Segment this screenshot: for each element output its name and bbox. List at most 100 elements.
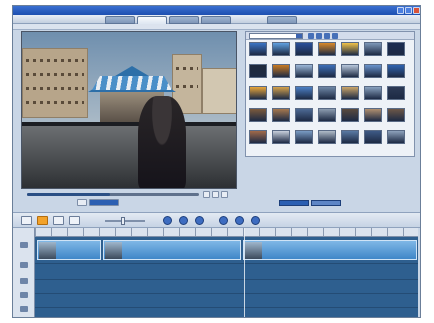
media-thumbnail[interactable] [387,42,405,56]
media-thumbnail[interactable] [295,130,313,144]
clip-thumbnail [39,242,56,259]
storyboard-mode-button[interactable] [21,216,32,225]
building-windows [176,85,198,88]
timeline-clip[interactable] [103,240,241,260]
tab-4[interactable] [201,16,231,24]
close-icon[interactable] [413,7,420,14]
media-thumbnail[interactable] [272,86,290,100]
edit-toolbar [13,212,420,228]
media-thumbnail[interactable] [295,108,313,122]
view-icon[interactable] [316,33,322,39]
loop-button[interactable] [77,199,87,206]
media-thumbnail[interactable] [249,86,267,100]
media-thumbnail[interactable] [249,64,267,78]
media-browser-toolbar [246,32,414,40]
scissors-icon[interactable] [53,216,64,225]
media-thumbnail[interactable] [295,42,313,56]
overlay-track-icon[interactable] [20,262,28,268]
timeline-clip[interactable] [243,240,417,260]
media-thumbnail[interactable] [249,130,267,144]
next-frame-button[interactable] [221,191,228,198]
media-thumbnail[interactable] [318,108,336,122]
tab-1[interactable] [105,16,135,24]
media-thumbnail[interactable] [295,86,313,100]
thumbnail-caption [387,145,405,148]
title-track-icon[interactable] [20,278,28,284]
media-thumbnail[interactable] [318,130,336,144]
media-thumbnail[interactable] [364,42,382,56]
audio-icon[interactable] [219,216,228,225]
media-thumbnail[interactable] [272,42,290,56]
tab-3[interactable] [169,16,199,24]
media-thumbnail[interactable] [341,64,359,78]
media-thumbnail[interactable] [364,130,382,144]
building-windows [26,87,84,90]
thumbnail-caption [272,101,290,104]
voice-icon[interactable] [251,216,260,225]
media-thumbnail[interactable] [341,42,359,56]
playback-controls [21,190,237,208]
title-icon[interactable] [195,216,204,225]
media-thumbnail[interactable] [318,86,336,100]
thumbnail-caption [387,101,405,104]
undo-button[interactable] [69,216,80,225]
thumbnail-caption [364,123,382,126]
sound-track-icon[interactable] [20,292,28,298]
minimize-icon[interactable] [397,7,404,14]
thumbnail-caption [341,123,359,126]
media-thumbnail[interactable] [272,64,290,78]
media-thumbnail[interactable] [295,64,313,78]
thumbnail-caption [341,101,359,104]
thumbnail-caption [364,79,382,82]
timeline-mode-button[interactable] [37,216,48,225]
building-windows [26,101,84,104]
preview-person [138,96,186,188]
storage-meter [279,200,309,206]
timeline-clip[interactable] [37,240,101,260]
timeline-playhead[interactable] [244,228,245,317]
timeline-tracks[interactable] [35,237,418,317]
thumbnail-caption [272,145,290,148]
transition-icon[interactable] [179,216,188,225]
tab-5[interactable] [267,16,297,24]
category-dropdown[interactable] [249,33,303,39]
video-track-icon[interactable] [20,242,28,248]
media-thumbnail[interactable] [387,108,405,122]
folder-icon[interactable] [308,33,314,39]
thumbnail-caption [318,145,336,148]
timecode-field[interactable] [89,199,119,206]
media-thumbnail[interactable] [272,130,290,144]
music-track-icon[interactable] [20,306,28,312]
timeline-ruler[interactable] [35,228,418,237]
prev-frame-button[interactable] [203,191,210,198]
effect-icon[interactable] [163,216,172,225]
thumbnail-caption [364,57,382,60]
media-thumbnail[interactable] [364,86,382,100]
media-thumbnail[interactable] [364,64,382,78]
tab-2[interactable] [137,16,167,24]
media-thumbnail[interactable] [341,130,359,144]
zoom-slider-handle[interactable] [121,217,125,225]
media-thumbnail[interactable] [318,64,336,78]
media-thumbnail[interactable] [272,108,290,122]
refresh-icon[interactable] [332,33,338,39]
thumbnail-caption [295,79,313,82]
maximize-icon[interactable] [405,7,412,14]
thumbnail-caption [341,57,359,60]
video-preview[interactable] [21,31,237,189]
thumbnail-caption [295,101,313,104]
sort-icon[interactable] [324,33,330,39]
media-thumbnail[interactable] [387,86,405,100]
play-button[interactable] [212,191,219,198]
media-thumbnail[interactable] [364,108,382,122]
media-thumbnail[interactable] [318,42,336,56]
media-thumbnail[interactable] [249,42,267,56]
media-thumbnail[interactable] [341,86,359,100]
media-thumbnail[interactable] [387,64,405,78]
media-thumbnail[interactable] [387,130,405,144]
playback-scrubber[interactable] [27,193,199,196]
media-thumbnail[interactable] [249,108,267,122]
music-icon[interactable] [235,216,244,225]
media-thumbnail[interactable] [341,108,359,122]
zoom-slider[interactable] [105,220,145,222]
